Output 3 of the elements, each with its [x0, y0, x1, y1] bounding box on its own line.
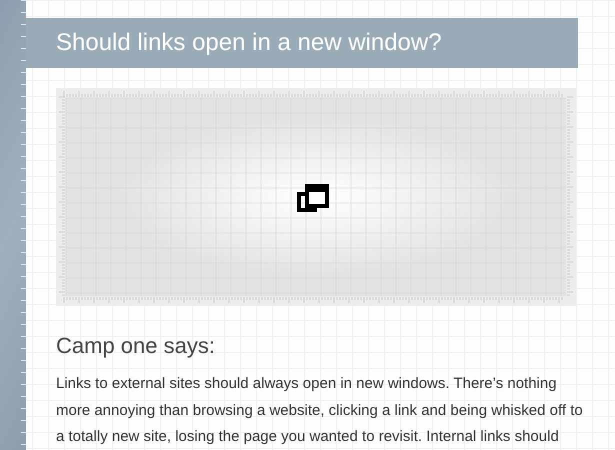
section-heading: Camp one says: [56, 333, 216, 360]
paragraph: Links to external sites should always open in new windows. There’s nothing more annoying than browsing a website, clicking a link and being whisked off to a totally new site, losing the page you wanted to revisit. Internal links should [56, 374, 584, 448]
page-title: Should links open in a new window? [26, 18, 578, 68]
